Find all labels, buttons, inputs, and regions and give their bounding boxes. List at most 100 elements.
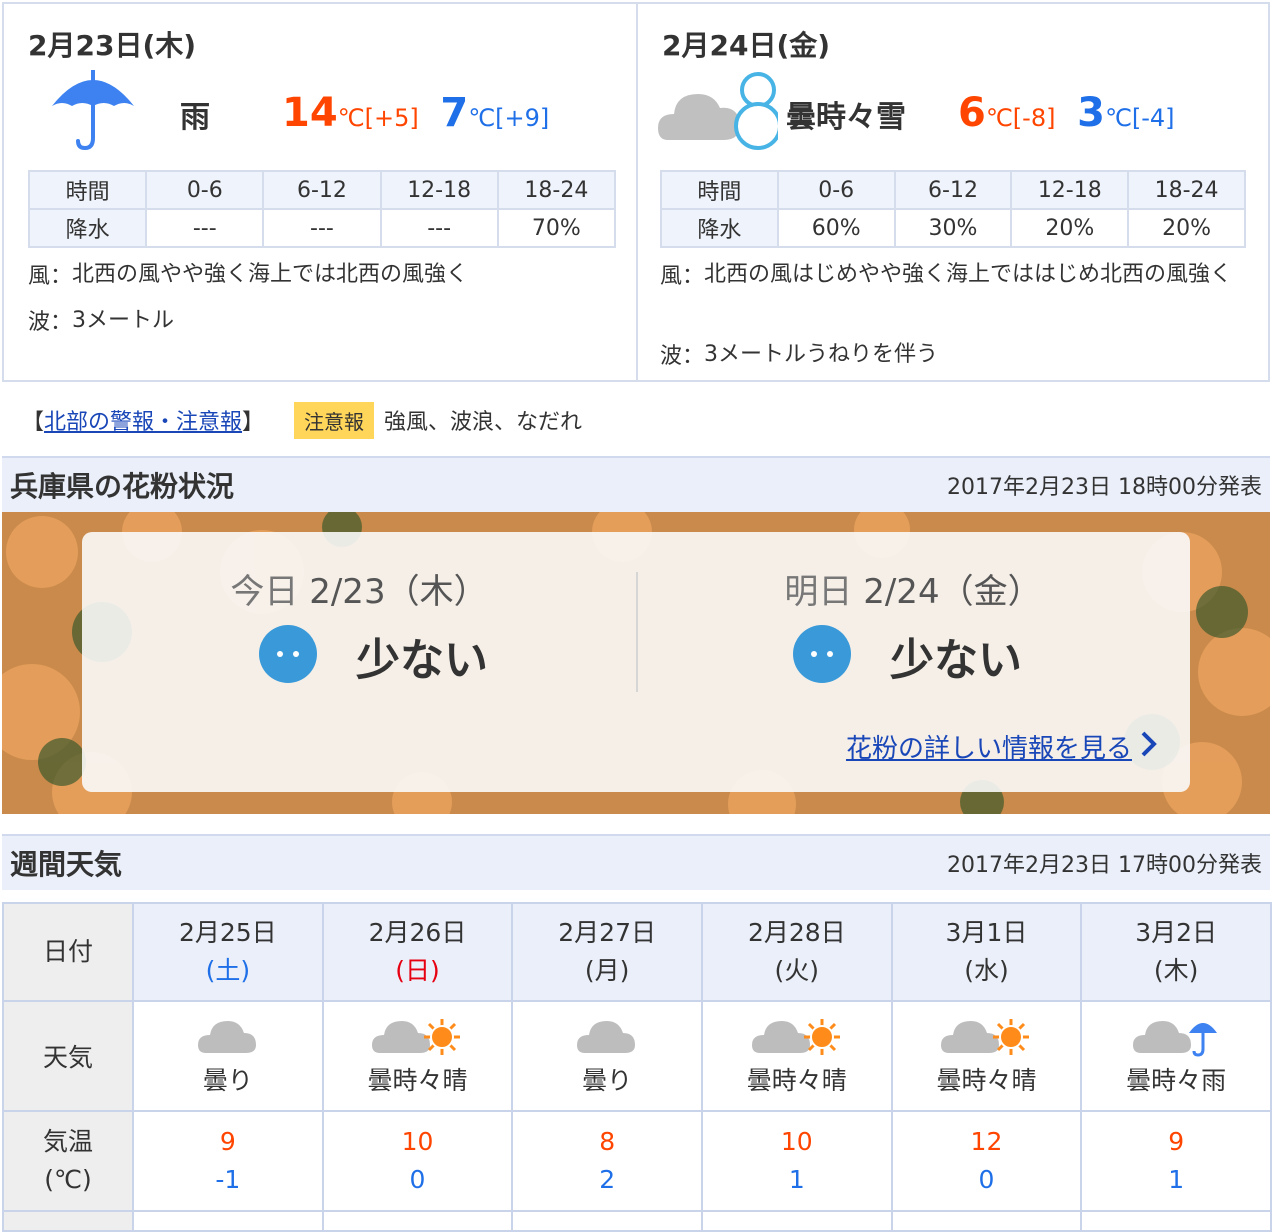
row-cell (890, 1210, 1083, 1232)
tomorrow-wind: 風： 北西の風はじめやや強く海上でははじめ北西の風強く (660, 258, 1260, 292)
row-header-date: 日付 (2, 902, 134, 1002)
precip-value: 60% (776, 208, 896, 248)
pollen-level-text: 少ない (890, 635, 1022, 686)
day-weather-cell: 曇時々晴 (890, 1000, 1083, 1112)
warning-line: 【 北部の警報・注意報 】 注意報 強風、波浪、なだれ (22, 401, 582, 439)
wave-label: 波： (28, 310, 73, 335)
temp-high: 9 (1168, 1127, 1185, 1156)
day-weather-text: 曇り (582, 1066, 633, 1095)
day-temp-cell: 12 0 (890, 1110, 1083, 1212)
day-weather-cell: 曇時々晴 (700, 1000, 893, 1112)
precip-header-cell: 時間 (27, 170, 148, 210)
wind-label: 風： (28, 264, 73, 289)
weekly-issued: 2017年2月23日 17時00分発表 (947, 853, 1262, 878)
day-date-cell: 3月1日 (水) (890, 902, 1083, 1002)
temp-high: 8 (599, 1127, 616, 1156)
day-date-cell: 2月27日 (月) (511, 902, 703, 1002)
day-weather-text: 曇時々晴 (746, 1066, 847, 1095)
row-cell (511, 1210, 703, 1232)
pollen-level-text: 少ない (356, 635, 488, 686)
today-low-unit: ℃ (468, 104, 496, 132)
weekly-title: 週間天気 (10, 848, 123, 881)
precip-value: 20% (1010, 208, 1130, 248)
table-row: 気温 (℃) 9 -1 1 0 0 82 10 1 12 0 9 1 (2, 1110, 1272, 1212)
day-temp-cell: 82 (511, 1110, 703, 1212)
pollen-card: 今日 2/23（木） 少ない 明日 2/24（金） 少ない 花粉の詳しい情報を見… (82, 532, 1190, 792)
tomorrow-temps: 6℃[-8] 3℃[-4] (958, 90, 1175, 136)
table-row: 天気 曇り 曇時々晴 曇り 曇時々晴 曇時々晴 曇時々雨 (2, 1000, 1272, 1112)
today-weather: 雨 (180, 100, 210, 135)
cloud-sun-icon (751, 1019, 840, 1055)
precip-value: 30% (893, 208, 1013, 248)
weekly-header: 週間天気 2017年2月23日 17時00分発表 (2, 834, 1270, 890)
row-cell (321, 1210, 514, 1232)
today-high: 14 (282, 90, 338, 136)
pollen-header: 兵庫県の花粉状況 2017年2月23日 18時00分発表 (2, 456, 1270, 512)
precip-value: --- (379, 208, 499, 248)
today-precip-table: 時間 0-6 6-12 12-18 18-24 降水 --- --- --- 7… (27, 170, 617, 248)
day-temp-cell: 9 -1 (132, 1110, 324, 1212)
temp-low: 0 (978, 1165, 995, 1194)
tomorrow-weather: 曇時々雪 (786, 100, 906, 135)
today-wind: 風： 北西の風やや強く海上では北西の風強く (28, 258, 618, 292)
bracket-open: 【 (22, 410, 45, 435)
today-low: 7 (440, 90, 469, 136)
table-row (2, 1210, 1272, 1232)
temp-low: 1 (1168, 1165, 1185, 1194)
day-weather-text: 曇時々晴 (367, 1066, 468, 1095)
precip-header-cell: 18-24 (1127, 170, 1246, 210)
precip-value: 20% (1127, 208, 1246, 248)
weekly-table: 日付 2月25日 (土) 2月26日 (日) 2月27日 (月) 2月28日 (火) 3… (2, 902, 1272, 1232)
wave-label: 波： (660, 344, 705, 369)
wind-label: 風： (660, 264, 705, 289)
day-date-cell: 2月25日 (土) (132, 902, 324, 1002)
day-temp-cell: 10 1 (700, 1110, 893, 1212)
day-weather-cell: 曇り (132, 1000, 324, 1112)
pollen-face-icon (792, 624, 852, 688)
pollen-day-label: 今日 (230, 572, 299, 612)
day-weather-text: 曇時々雨 (1126, 1066, 1227, 1095)
bracket-close: 】 (242, 410, 265, 435)
day-of-week: (土) (205, 956, 251, 985)
day-date: 3月2日 (1135, 918, 1218, 947)
precip-row-label: 降水 (27, 208, 148, 248)
tomorrow-panel: 2月24日(金) 曇時々雪 6℃[-8] 3℃[-4] 時間 0-6 6-12 … (636, 4, 1268, 380)
temp-label: 気温 (42, 1127, 93, 1156)
today-high-diff: [+5] (364, 104, 419, 132)
temp-unit-label: (℃) (44, 1165, 92, 1194)
tomorrow-high-diff: [-8] (1012, 104, 1056, 132)
wave-text: 3メートルうねりを伴う (704, 342, 938, 367)
cloud-sun-icon (372, 1019, 461, 1055)
cloud-icon (577, 1021, 636, 1053)
pollen-day-date: 2/23（木） (309, 572, 488, 612)
day-date-cell: 3月2日 (木) (1080, 902, 1272, 1002)
row-cell (700, 1210, 893, 1232)
tomorrow-low-unit: ℃ (1104, 104, 1132, 132)
precip-header-cell: 18-24 (496, 170, 617, 210)
temp-low: -1 (215, 1165, 241, 1194)
day-of-week: (木) (1153, 956, 1199, 985)
precip-header-cell: 6-12 (262, 170, 382, 210)
pollen-issued: 2017年2月23日 18時00分発表 (947, 475, 1262, 500)
cloud-sun-icon (941, 1019, 1030, 1055)
tomorrow-high-unit: ℃ (985, 104, 1013, 132)
today-wave: 波： 3メートル (28, 304, 618, 338)
precip-value: --- (145, 208, 265, 248)
today-low-diff: [+9] (495, 104, 550, 132)
tomorrow-low-diff: [-4] (1131, 104, 1175, 132)
precip-header-cell: 12-18 (379, 170, 499, 210)
day-weather-text: 曇り (202, 1066, 253, 1095)
day-date: 2月28日 (747, 918, 846, 947)
warning-link[interactable]: 北部の警報・注意報 (44, 404, 242, 436)
pollen-detail-link[interactable]: 花粉の詳しい情報を見る (846, 728, 1132, 765)
temp-low: 0 (409, 1165, 426, 1194)
today-date: 2月23日(木) (28, 29, 197, 62)
day-weather-cell: 曇り (511, 1000, 703, 1112)
temp-low: 1 (788, 1165, 805, 1194)
wind-text: 北西の風はじめやや強く海上でははじめ北西の風強く (704, 262, 1233, 287)
tomorrow-precip-table: 時間 0-6 6-12 12-18 18-24 降水 60% 30% 20% 2… (660, 170, 1246, 248)
cloud-icon (197, 1021, 256, 1053)
today-high-unit: ℃ (337, 104, 365, 132)
temp-high: 12 (970, 1127, 1003, 1156)
chevron-right-icon[interactable] (1140, 730, 1158, 762)
